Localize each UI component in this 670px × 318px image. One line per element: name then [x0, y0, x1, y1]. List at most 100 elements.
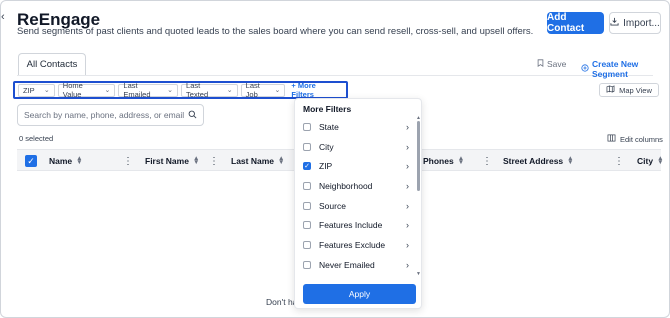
empty-state-text: Don't ha — [266, 297, 298, 307]
map-icon — [606, 85, 615, 95]
sort-icon: ▲ ▼ — [76, 155, 83, 166]
chevron-right-icon: › — [406, 122, 409, 132]
sort-icon: ▲ ▼ — [457, 155, 465, 166]
option-checkbox[interactable] — [303, 221, 311, 229]
column-label: Name — [49, 156, 73, 166]
column-header-city[interactable]: City ▲ ▼ — [637, 150, 664, 172]
filter-chip-home-value[interactable]: Home Value ⌄ — [57, 81, 116, 99]
filter-option-source[interactable]: Source › — [303, 199, 409, 213]
filter-chip-last-job[interactable]: Last Job ⌄ — [240, 81, 286, 99]
edit-columns-label: Edit columns — [620, 134, 663, 144]
column-menu-icon[interactable]: ⋮ — [209, 150, 219, 172]
bookmark-icon — [537, 59, 544, 69]
more-filters-dropdown: More Filters ▲ ▼ State › City › ✓ ZIP › … — [294, 98, 422, 309]
column-menu-icon[interactable]: ⋮ — [123, 150, 133, 172]
filter-option-never-emailed[interactable]: Never Emailed › — [303, 258, 409, 272]
save-label: Save — [547, 59, 567, 69]
apply-button[interactable]: Apply — [303, 284, 416, 304]
column-header-first-name[interactable]: First Name ▲ ▼ — [145, 150, 199, 172]
filter-option-state[interactable]: State › — [303, 120, 409, 134]
reengage-window: ‹ ReEngage Send segments of past clients… — [0, 0, 670, 318]
column-menu-icon[interactable]: ⋮ — [614, 150, 624, 172]
chevron-down-icon: ⌄ — [104, 87, 111, 94]
option-label: Features Exclude — [319, 240, 386, 250]
chevron-down-icon: ⌄ — [226, 87, 233, 94]
filter-option-features-include[interactable]: Features Include › — [303, 218, 409, 232]
sort-icon: ▲ ▼ — [657, 155, 664, 166]
option-label: State — [319, 122, 339, 132]
filter-chip-last-emailed[interactable]: Last Emailed ⌄ — [118, 81, 179, 99]
scroll-down-arrow-icon[interactable]: ▼ — [416, 271, 421, 277]
import-label: Import... — [623, 17, 660, 29]
select-all-checkbox[interactable]: ✓ — [25, 155, 37, 167]
option-label: City — [319, 142, 334, 152]
chevron-left-icon[interactable]: ‹ — [1, 11, 5, 23]
filter-chip-label: ZIP — [23, 85, 35, 95]
create-segment-label: Create New Segment — [592, 59, 639, 79]
column-menu-icon[interactable]: ⋮ — [482, 150, 492, 172]
column-label: First Name — [145, 156, 189, 166]
option-checkbox[interactable] — [303, 182, 311, 190]
option-label: Neighborhood — [319, 181, 373, 191]
column-label: Last Name — [231, 156, 274, 166]
map-view-button[interactable]: Map View — [599, 83, 659, 97]
map-view-label: Map View — [619, 85, 652, 95]
search-input[interactable] — [24, 110, 184, 120]
plus-circle-icon — [581, 64, 589, 74]
filter-chip-label: Last Texted — [186, 81, 209, 99]
search-field — [17, 104, 204, 126]
column-header-street-address[interactable]: Street Address ▲ ▼ — [503, 150, 574, 172]
filter-chip-zip[interactable]: ZIP ⌄ — [18, 83, 55, 97]
chevron-right-icon: › — [406, 201, 409, 211]
columns-icon — [607, 134, 616, 144]
option-checkbox[interactable] — [303, 202, 311, 210]
search-icon[interactable] — [188, 106, 197, 124]
column-header-phones[interactable]: Phones ▲ ▼ — [423, 150, 464, 172]
sort-icon: ▲ ▼ — [192, 155, 200, 166]
add-contact-button[interactable]: Add Contact — [547, 12, 604, 34]
chevron-down-icon: ⌄ — [274, 87, 281, 94]
chevron-right-icon: › — [406, 161, 409, 171]
option-checkbox[interactable] — [303, 143, 311, 151]
filter-option-zip[interactable]: ✓ ZIP › — [303, 159, 409, 173]
edit-columns-button[interactable]: Edit columns — [607, 134, 663, 144]
filter-option-city[interactable]: City › — [303, 140, 409, 154]
option-checkbox-checked[interactable]: ✓ — [303, 162, 311, 170]
column-label: Phones — [423, 156, 454, 166]
option-checkbox[interactable] — [303, 261, 311, 269]
column-header-last-name[interactable]: Last Name ▲ ▼ — [231, 150, 284, 172]
option-checkbox[interactable] — [303, 123, 311, 131]
chevron-right-icon: › — [406, 220, 409, 230]
option-label: Never Emailed — [319, 260, 375, 270]
chevron-right-icon: › — [406, 240, 409, 250]
chevron-down-icon: ⌄ — [43, 87, 50, 94]
filter-option-neighborhood[interactable]: Neighborhood › — [303, 179, 409, 193]
column-label: City — [637, 156, 654, 166]
chevron-down-icon: ⌄ — [167, 87, 174, 94]
chevron-right-icon: › — [406, 181, 409, 191]
filter-option-features-exclude[interactable]: Features Exclude › — [303, 238, 409, 252]
dropdown-scrollbar[interactable] — [417, 121, 420, 191]
option-label: Features Include — [319, 220, 383, 230]
filter-chip-label: Home Value — [62, 81, 83, 99]
filter-chip-last-texted[interactable]: Last Texted ⌄ — [181, 81, 238, 99]
import-button[interactable]: Import... — [609, 12, 661, 34]
more-filters-button[interactable]: + More Filters — [288, 81, 343, 99]
tab-divider — [17, 75, 653, 76]
option-label: ZIP — [319, 161, 333, 171]
option-checkbox[interactable] — [303, 241, 311, 249]
sort-icon: ▲ ▼ — [278, 155, 285, 166]
create-new-segment-button[interactable]: Create New Segment — [581, 59, 669, 79]
download-icon — [610, 17, 619, 29]
save-segment-button[interactable]: Save — [537, 59, 566, 69]
chevron-right-icon: › — [406, 260, 409, 270]
dropdown-title: More Filters — [303, 104, 352, 114]
chevron-right-icon: › — [406, 142, 409, 152]
tab-all-contacts[interactable]: All Contacts — [18, 53, 86, 75]
page-subtitle: Send segments of past clients and quoted… — [17, 26, 534, 37]
filter-chip-label: Last Job — [245, 81, 260, 99]
filter-bar: ZIP ⌄ Home Value ⌄ Last Emailed ⌄ Last Text… — [13, 81, 348, 99]
column-header-name[interactable]: Name ▲ ▼ — [49, 150, 83, 172]
sort-icon: ▲ ▼ — [567, 155, 574, 166]
filter-chip-label: Last Emailed — [123, 81, 151, 99]
